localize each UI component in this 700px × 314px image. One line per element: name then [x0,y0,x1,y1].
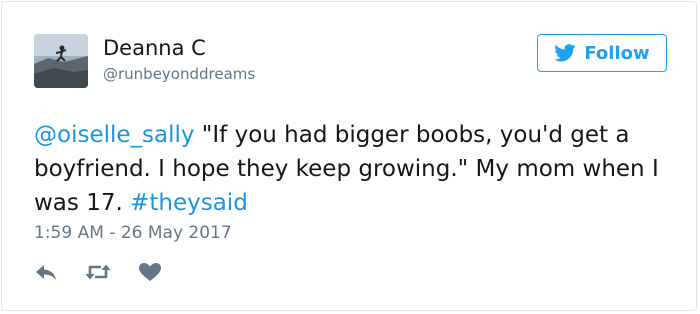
runner-on-rock-avatar-icon [34,34,88,88]
follow-label: Follow [584,42,650,64]
tweet-card: Deanna C @runbeyonddreams Follow @oisell… [1,1,697,311]
tweet-text: @oiselle_sally "If you had bigger boobs,… [34,118,674,220]
retweet-icon[interactable] [84,262,112,282]
reply-icon[interactable] [34,262,58,282]
twitter-bird-icon [554,44,576,62]
tweet-actions [34,262,162,282]
mention-link[interactable]: @oiselle_sally [34,122,195,148]
author-handle[interactable]: @runbeyonddreams [103,64,255,84]
hashtag-link[interactable]: #theysaid [130,190,248,216]
tweet-timestamp[interactable]: 1:59 AM - 26 May 2017 [34,222,232,244]
avatar[interactable] [34,34,88,88]
follow-button[interactable]: Follow [537,34,667,72]
like-icon[interactable] [138,262,162,282]
author-display-name[interactable]: Deanna C [103,35,206,61]
